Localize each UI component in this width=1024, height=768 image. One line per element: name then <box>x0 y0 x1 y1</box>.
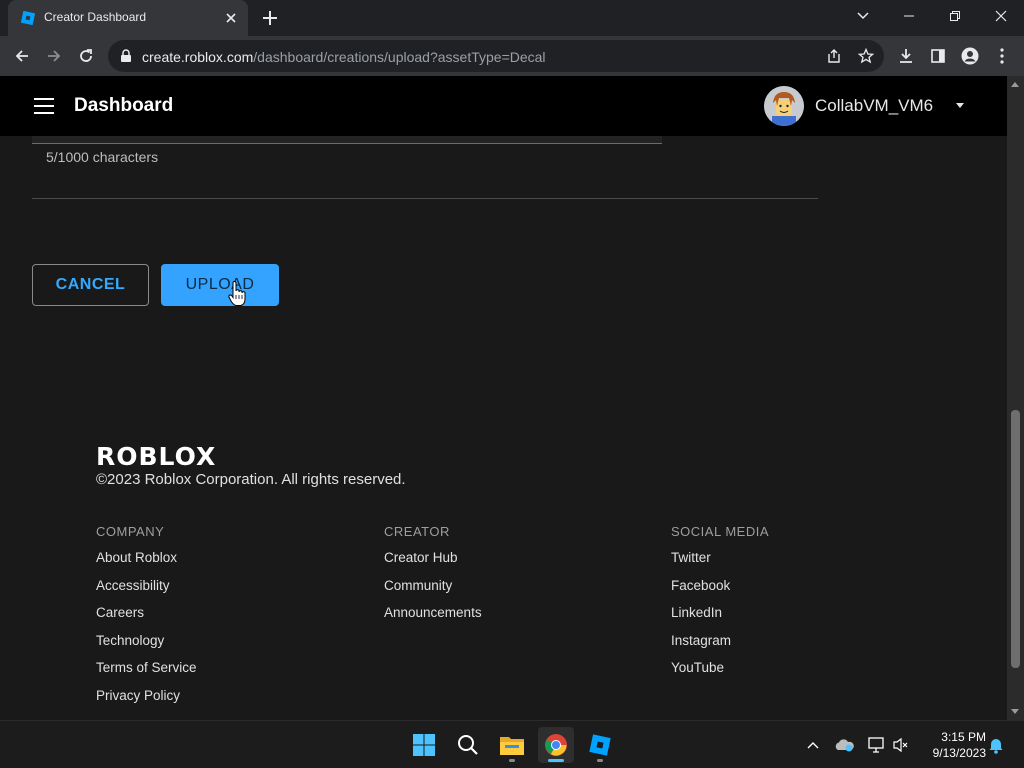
back-icon[interactable] <box>10 44 34 68</box>
downloads-icon[interactable] <box>894 44 918 68</box>
copyright: ©2023 Roblox Corporation. All rights res… <box>96 471 406 488</box>
scroll-thumb[interactable] <box>1011 410 1020 668</box>
address-bar[interactable]: create.roblox.com/dashboard/creations/up… <box>108 40 884 72</box>
cancel-button[interactable]: CANCEL <box>32 264 149 306</box>
share-icon[interactable] <box>822 44 846 68</box>
url-host: create.roblox.com <box>142 49 254 65</box>
footer-heading: SOCIAL MEDIA <box>671 524 769 539</box>
browser-toolbar: create.roblox.com/dashboard/creations/up… <box>0 36 1024 76</box>
main-content: 5/1000 characters CANCEL UPLOAD ROBLOX ©… <box>0 136 1007 720</box>
minimize-icon[interactable] <box>886 0 932 32</box>
description-field[interactable] <box>32 136 662 144</box>
footer-link-creator-hub[interactable]: Creator Hub <box>384 549 482 577</box>
taskbar: 3:15 PM 9/13/2023 <box>0 720 1024 768</box>
footer-link-technology[interactable]: Technology <box>96 632 197 660</box>
close-tab-icon[interactable] <box>222 9 240 27</box>
footer-link-about[interactable]: About Roblox <box>96 549 197 577</box>
hamburger-menu-icon[interactable] <box>34 98 54 114</box>
character-count: 5/1000 characters <box>46 149 159 165</box>
caret-down-icon[interactable] <box>956 103 964 108</box>
chrome-icon[interactable] <box>538 727 574 763</box>
footer-column-company: COMPANY About Roblox Accessibility Caree… <box>96 524 197 715</box>
page-title: Dashboard <box>74 95 174 116</box>
footer-link-privacy[interactable]: Privacy Policy <box>96 687 197 715</box>
close-window-icon[interactable] <box>978 0 1024 32</box>
show-hidden-icons-icon[interactable] <box>803 735 823 755</box>
browser-menu-icon[interactable] <box>990 44 1014 68</box>
onedrive-icon[interactable] <box>834 735 854 755</box>
scroll-up-icon[interactable] <box>1011 82 1019 87</box>
side-panel-icon[interactable] <box>926 44 950 68</box>
clock-date: 9/13/2023 <box>932 746 986 760</box>
divider <box>32 198 818 199</box>
browser-tab[interactable]: Creator Dashboard <box>8 0 248 36</box>
system-clock[interactable]: 3:15 PM 9/13/2023 <box>918 729 986 761</box>
footer-column-creator: CREATOR Creator Hub Community Announceme… <box>384 524 482 632</box>
footer-link-community[interactable]: Community <box>384 577 482 605</box>
username[interactable]: CollabVM_VM6 <box>815 96 933 116</box>
footer-column-social: SOCIAL MEDIA Twitter Facebook LinkedIn I… <box>671 524 769 687</box>
url-path: /dashboard/creations/upload?assetType=De… <box>253 49 546 65</box>
footer-heading: CREATOR <box>384 524 450 539</box>
footer-link-youtube[interactable]: YouTube <box>671 659 769 687</box>
avatar[interactable] <box>764 86 804 126</box>
network-icon[interactable] <box>866 735 886 755</box>
roblox-studio-icon[interactable] <box>582 727 618 763</box>
footer-link-accessibility[interactable]: Accessibility <box>96 577 197 605</box>
url-text[interactable]: create.roblox.com/dashboard/creations/up… <box>142 49 546 65</box>
lock-icon[interactable] <box>120 49 132 63</box>
notification-bell-icon[interactable] <box>986 735 1006 755</box>
footer-link-twitter[interactable]: Twitter <box>671 549 769 577</box>
browser-tabstrip: Creator Dashboard <box>0 0 1024 36</box>
bookmark-star-icon[interactable] <box>854 44 878 68</box>
roblox-studio-favicon-icon <box>20 10 36 26</box>
footer-link-facebook[interactable]: Facebook <box>671 577 769 605</box>
upload-button[interactable]: UPLOAD <box>161 264 279 306</box>
tab-title: Creator Dashboard <box>44 10 147 24</box>
forward-icon[interactable] <box>42 44 66 68</box>
hand-cursor-icon <box>228 281 246 306</box>
volume-muted-icon[interactable] <box>891 735 911 755</box>
roblox-logo[interactable]: ROBLOX <box>96 442 216 471</box>
footer-link-instagram[interactable]: Instagram <box>671 632 769 660</box>
restore-icon[interactable] <box>932 0 978 32</box>
new-tab-icon[interactable] <box>260 8 280 28</box>
start-icon[interactable] <box>406 727 442 763</box>
footer-link-announcements[interactable]: Announcements <box>384 604 482 632</box>
tab-search-icon[interactable] <box>840 0 886 32</box>
footer-link-terms[interactable]: Terms of Service <box>96 659 197 687</box>
footer-link-careers[interactable]: Careers <box>96 604 197 632</box>
reload-icon[interactable] <box>74 44 98 68</box>
footer-link-linkedin[interactable]: LinkedIn <box>671 604 769 632</box>
page-scrollbar[interactable] <box>1007 76 1024 720</box>
clock-time: 3:15 PM <box>941 730 986 744</box>
search-icon[interactable] <box>450 727 486 763</box>
scroll-down-icon[interactable] <box>1011 709 1019 714</box>
file-explorer-icon[interactable] <box>494 727 530 763</box>
profile-icon[interactable] <box>958 44 982 68</box>
footer-heading: COMPANY <box>96 524 165 539</box>
dashboard-header: Dashboard CollabVM_VM6 <box>0 76 1007 136</box>
